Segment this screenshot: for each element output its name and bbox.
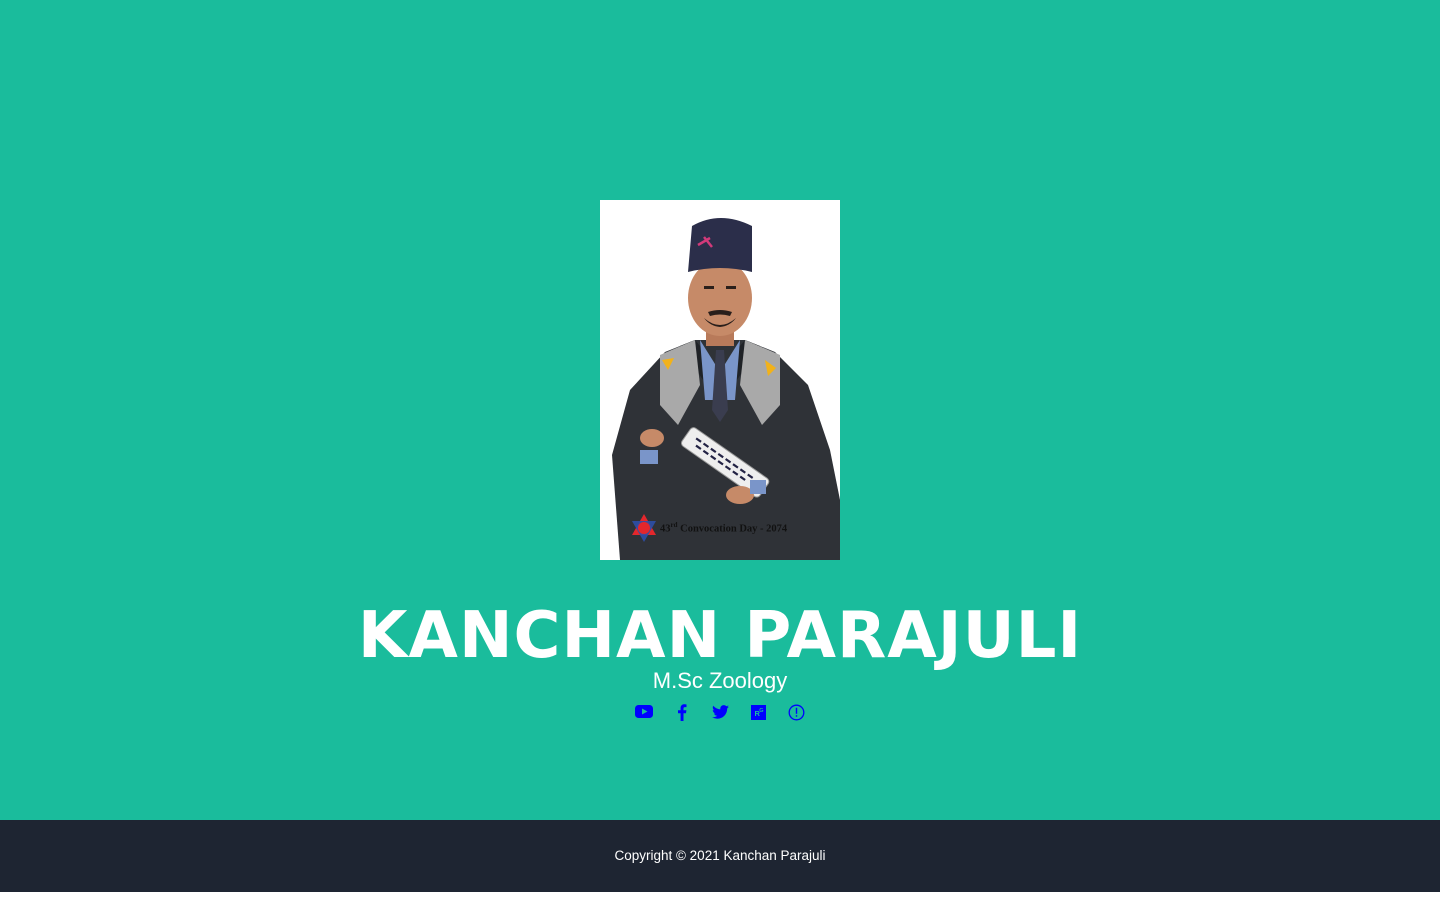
profile-name: KANCHAN PARAJULI [357,599,1083,673]
photo-caption: 43rd Convocation Day - 2074 [660,521,788,535]
researchgate-link[interactable]: R G [748,702,768,722]
hero-section: 43rd Convocation Day - 2074 KANCHAN PARA… [0,0,1440,820]
youtube-link[interactable] [634,702,654,722]
social-links: R G [0,700,1440,724]
facebook-link[interactable] [672,702,692,722]
graduate-portrait-image [600,200,840,560]
researchgate-icon: R G [750,704,766,720]
youtube-icon [635,705,653,718]
facebook-icon [678,703,687,721]
profile-photo: 43rd Convocation Day - 2074 [600,200,840,560]
svg-text:G: G [759,708,763,714]
profile-degree: M.Sc Zoology [652,668,788,693]
info-icon [788,704,804,720]
footer-copyright: Copyright © 2021 Kanchan Parajuli [614,848,826,863]
twitter-link[interactable] [710,702,730,722]
info-link[interactable] [786,702,806,722]
footer: Copyright © 2021 Kanchan Parajuli [0,820,1440,892]
twitter-icon [711,705,729,719]
